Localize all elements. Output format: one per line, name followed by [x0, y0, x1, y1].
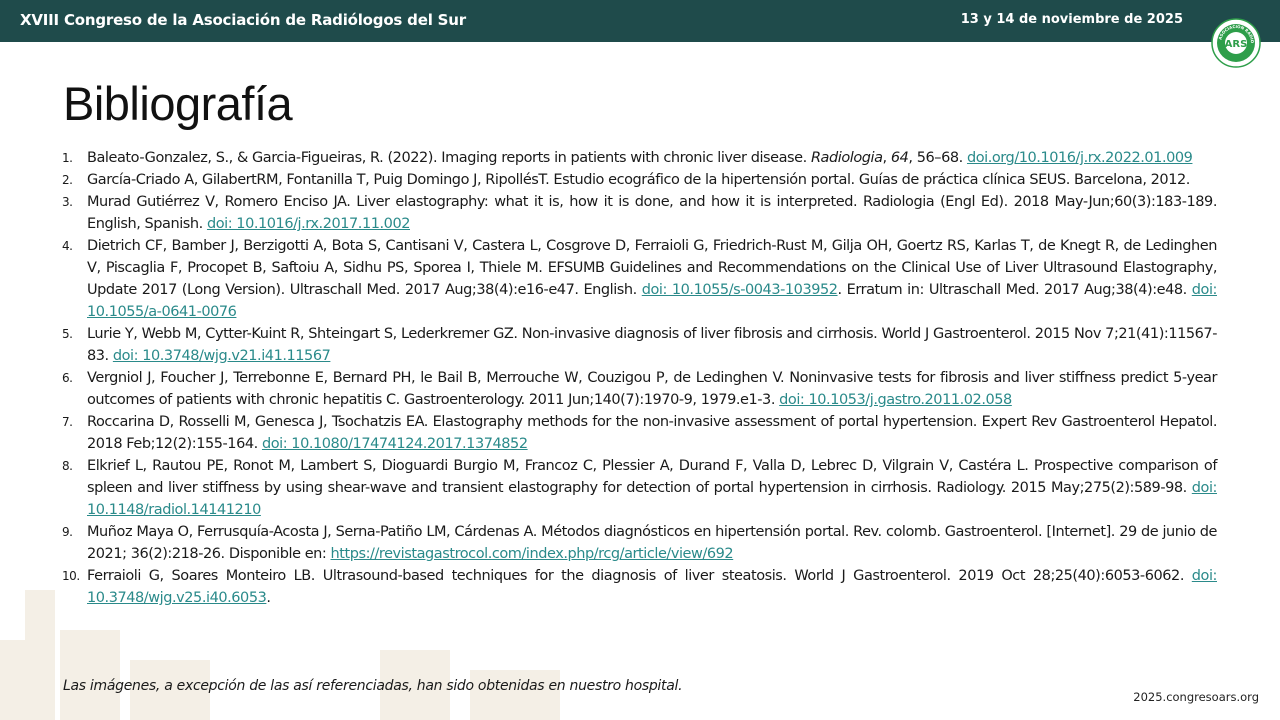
list-item: 10. Ferraioli G, Soares Monteiro LB. Ult…	[62, 565, 1217, 609]
event-date: 13 y 14 de noviembre de 2025	[960, 12, 1183, 27]
list-item: 6. Vergniol J, Foucher J, Terrebonne E, …	[62, 367, 1217, 411]
list-number: 8.	[62, 459, 73, 473]
website-url: 2025.congresoars.org	[1133, 690, 1259, 704]
list-item: 5. Lurie Y, Webb M, Cytter-Kuint R, Shte…	[62, 323, 1217, 367]
ars-logo-icon: ARS ASOCIACION RADIOLOGOS SUR	[1211, 18, 1261, 68]
list-item: 7. Roccarina D, Rosselli M, Genesca J, T…	[62, 411, 1217, 455]
list-number: 6.	[62, 371, 73, 385]
doi-link[interactable]: doi: 10.1080/17474124.2017.1374852	[262, 436, 528, 452]
doi-link[interactable]: doi: 10.1053/j.gastro.2011.02.058	[779, 392, 1012, 408]
doi-link[interactable]: doi: 10.1055/s-0043-103952	[642, 282, 838, 298]
list-number: 9.	[62, 525, 73, 539]
doi-link[interactable]: doi: 10.1016/j.rx.2017.11.002	[207, 216, 410, 232]
doi-link[interactable]: doi.org/10.1016/j.rx.2022.01.009	[967, 150, 1193, 166]
list-number: 3.	[62, 195, 73, 209]
header-bar: XVIII Congreso de la Asociación de Radió…	[0, 0, 1280, 42]
logo-text: ARS	[1225, 39, 1248, 50]
list-number: 4.	[62, 239, 73, 253]
list-number: 5.	[62, 327, 73, 341]
list-item: 3. Murad Gutiérrez V, Romero Enciso JA. …	[62, 191, 1217, 235]
list-number: 1.	[62, 151, 73, 165]
list-item: 4. Dietrich CF, Bamber J, Berzigotti A, …	[62, 235, 1217, 323]
url-link[interactable]: https://revistagastrocol.com/index.php/r…	[331, 546, 734, 562]
list-item: 8. Elkrief L, Rautou PE, Ronot M, Lamber…	[62, 455, 1217, 521]
list-item: 9. Muñoz Maya O, Ferrusquía-Acosta J, Se…	[62, 521, 1217, 565]
reference-list: 1. Baleato-Gonzalez, S., & Garcia-Figuei…	[62, 147, 1217, 609]
list-number: 10.	[62, 569, 80, 583]
list-item: 1. Baleato-Gonzalez, S., & Garcia-Figuei…	[62, 147, 1217, 169]
list-item: 2. García-Criado A, GilabertRM, Fontanil…	[62, 169, 1217, 191]
list-number: 7.	[62, 415, 73, 429]
event-title: XVIII Congreso de la Asociación de Radió…	[20, 11, 466, 29]
list-number: 2.	[62, 173, 73, 187]
page-title: Bibliografía	[63, 77, 293, 130]
doi-link[interactable]: doi: 10.3748/wjg.v21.i41.11567	[113, 348, 331, 364]
image-credit-footnote: Las imágenes, a excepción de las así ref…	[63, 678, 683, 694]
